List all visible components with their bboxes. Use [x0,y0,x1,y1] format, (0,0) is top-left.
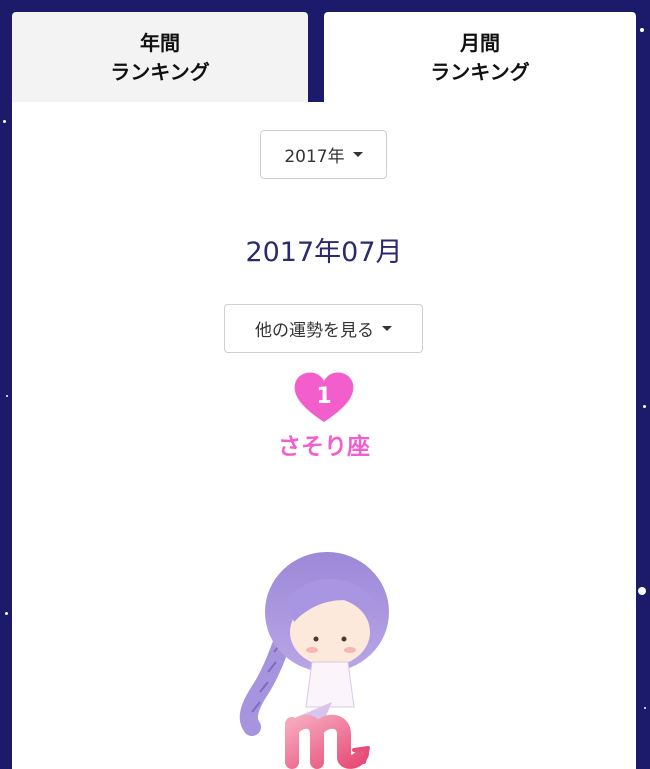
background-star [5,612,8,615]
year-select-label: 2017年 [284,147,345,167]
rank-heart-icon: 1 [294,372,354,422]
tab-label-line2: ランキング [430,60,530,84]
rank-number: 1 [316,384,331,409]
month-title: 2017年07月 [245,237,403,268]
other-fortune-label: 他の運勢を見る [255,321,374,341]
ranking-panel: 2017年 2017年07月 他の運勢を見る 1 さそり座 [12,102,636,769]
caret-down-icon [352,152,363,157]
tab-annual-ranking[interactable]: 年間 ランキング [12,12,308,104]
scorpio-girl-illustration [239,552,389,769]
tab-label-line1: 年間 [140,31,180,55]
year-select[interactable]: 2017年 [260,130,387,179]
caret-down-icon [382,326,392,331]
background-star [640,28,644,32]
tab-label-line1: 月間 [460,31,500,55]
tab-label-line2: ランキング [110,60,210,84]
background-star [6,395,8,397]
zodiac-sign-name: さそり座 [278,434,370,460]
tab-monthly-ranking[interactable]: 月間 ランキング [324,12,636,104]
background-star [3,120,6,123]
other-fortune-select[interactable]: 他の運勢を見る [224,304,423,353]
ranking-tabs: 年間 ランキング 月間 ランキング [12,12,636,104]
background-star [643,405,646,408]
background-star [644,707,646,709]
background-star [638,587,646,595]
